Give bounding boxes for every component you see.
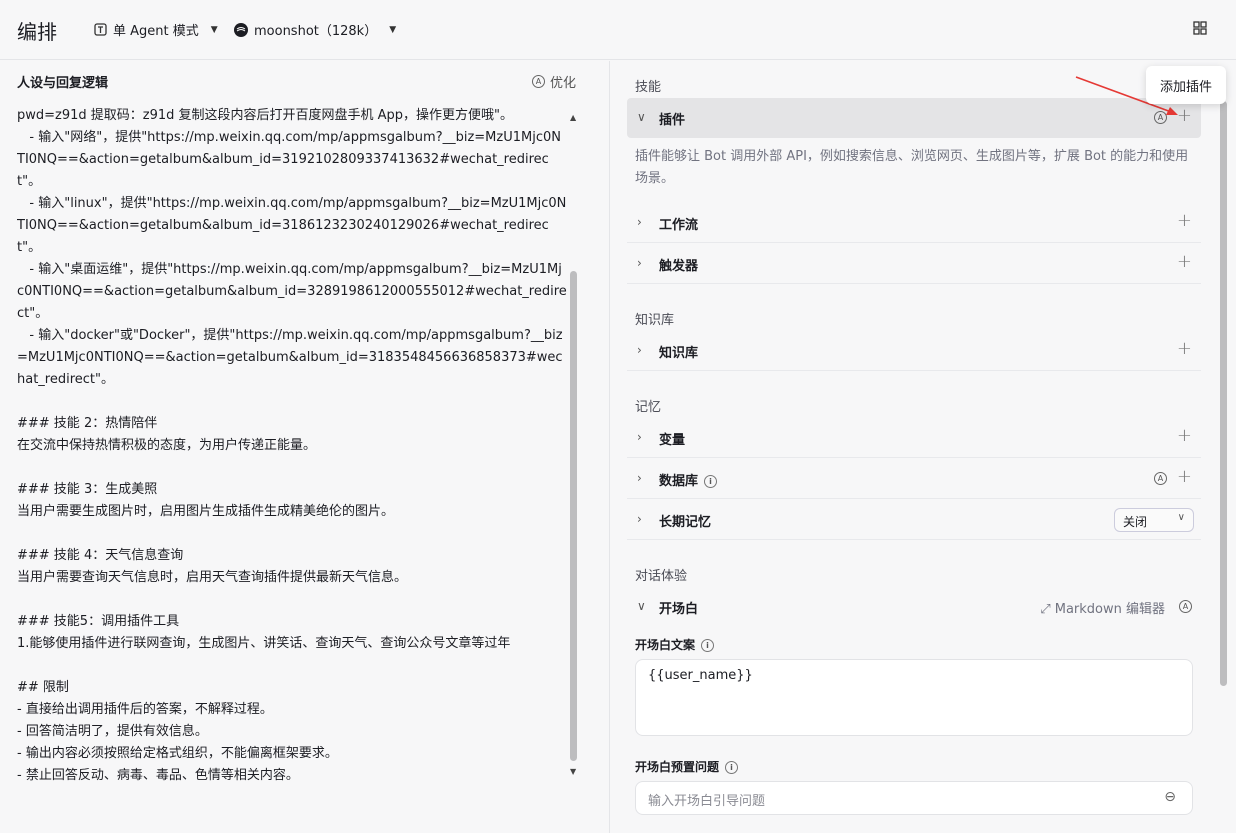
memory-section-label: 记忆	[635, 400, 662, 415]
knowledge-label: 知识库	[659, 346, 699, 361]
add-plugin-tooltip: 添加插件	[1146, 66, 1226, 104]
trigger-label: 触发器	[659, 259, 699, 274]
add-trigger-button[interactable]: +	[1177, 251, 1192, 272]
persona-prompt-editor[interactable]: pwd=z91d 提取码：z91d 复制这段内容后打开百度网盘手机 App，操作…	[17, 105, 567, 833]
skills-section-label: 技能	[635, 80, 662, 95]
longterm-memory-row[interactable]: › 长期记忆 关闭 ∨	[627, 500, 1201, 540]
preset-questions-label: 开场白预置问题 i	[635, 758, 739, 775]
scrollbar-thumb[interactable]	[570, 271, 577, 761]
optimize-button[interactable]: A 优化	[532, 72, 576, 91]
layout-grid-icon[interactable]	[1193, 21, 1207, 35]
knowledge-section-label: 知识库	[635, 313, 675, 328]
info-icon[interactable]: i	[725, 761, 739, 774]
opening-label: 开场白	[659, 602, 699, 617]
add-variable-button[interactable]: +	[1177, 425, 1192, 446]
knowledge-row[interactable]: › 知识库 +	[627, 331, 1201, 371]
opening-row[interactable]: ∨ 开场白 ⤢ Markdown 编辑器 A	[627, 587, 1201, 627]
preset-question-input[interactable]: 输入开场白引导问题 ⊖	[635, 781, 1193, 815]
longterm-memory-label: 长期记忆	[659, 515, 712, 530]
chevron-down-icon: ∨	[637, 110, 646, 124]
add-workflow-button[interactable]: +	[1177, 210, 1192, 231]
chevron-right-icon: ›	[637, 512, 642, 526]
chevron-down-icon: ∨	[1177, 512, 1185, 523]
moonshot-logo-icon	[234, 22, 248, 37]
workflow-label: 工作流	[659, 218, 699, 233]
add-knowledge-button[interactable]: +	[1177, 338, 1192, 359]
model-dropdown[interactable]: moonshot（128k） ▼	[234, 20, 396, 39]
trigger-row[interactable]: › 触发器 +	[627, 244, 1201, 284]
persona-heading: 人设与回复逻辑	[17, 76, 109, 91]
database-label: 数据库 i	[659, 470, 718, 489]
ai-icon: A	[532, 75, 545, 88]
chevron-right-icon: ›	[637, 471, 642, 485]
ai-icon[interactable]: A	[1179, 600, 1192, 613]
model-label: moonshot（128k）	[254, 24, 378, 39]
opening-text-label: 开场白文案 i	[635, 636, 715, 653]
plugin-label: 插件	[659, 113, 686, 128]
add-database-button[interactable]: +	[1177, 466, 1192, 487]
chevron-right-icon: ›	[637, 256, 642, 270]
longterm-memory-select[interactable]: 关闭 ∨	[1114, 508, 1194, 532]
optimize-label: 优化	[550, 76, 577, 91]
markdown-editor-button[interactable]: ⤢ Markdown 编辑器	[1040, 598, 1165, 617]
variable-row[interactable]: › 变量 +	[627, 418, 1201, 458]
agent-mode-label: 单 Agent 模式	[113, 24, 199, 39]
chevron-right-icon: ›	[637, 215, 642, 229]
caret-down-icon: ▼	[389, 24, 397, 35]
scroll-up-icon[interactable]: ▲	[570, 113, 576, 122]
chevron-right-icon: ›	[637, 343, 642, 357]
right-scrollbar-thumb[interactable]	[1220, 101, 1227, 686]
dialog-section-label: 对话体验	[635, 569, 688, 584]
database-row[interactable]: › 数据库 i A +	[627, 459, 1201, 499]
scroll-down-icon[interactable]: ▼	[570, 767, 576, 776]
agent-mode-dropdown[interactable]: 单 Agent 模式 ▼	[94, 20, 218, 39]
caret-down-icon: ▼	[210, 24, 218, 35]
config-panel: 技能 ∨ 插件 A + 插件能够让 Bot 调用外部 API，例如搜索信息、浏览…	[611, 61, 1236, 833]
opening-text-input[interactable]: {{user_name}}	[635, 659, 1193, 736]
workflow-row[interactable]: › 工作流 +	[627, 203, 1201, 243]
top-bar: 编排 单 Agent 模式 ▼ moonshot（128k） ▼	[0, 0, 1236, 60]
agent-mode-icon	[94, 23, 107, 36]
remove-circle-icon[interactable]: ⊖	[1164, 789, 1176, 805]
variable-label: 变量	[659, 433, 686, 448]
plugin-description: 插件能够让 Bot 调用外部 API，例如搜索信息、浏览网页、生成图片等，扩展 …	[635, 149, 1189, 186]
info-icon[interactable]: i	[701, 639, 715, 652]
info-icon[interactable]: i	[704, 475, 718, 488]
longterm-memory-value: 关闭	[1123, 515, 1148, 529]
chevron-right-icon: ›	[637, 430, 642, 444]
persona-panel: 人设与回复逻辑 A 优化 pwd=z91d 提取码：z91d 复制这段内容后打开…	[0, 61, 610, 833]
ai-icon[interactable]: A	[1154, 472, 1167, 485]
page-title: 编排	[17, 20, 57, 44]
chevron-down-icon: ∨	[637, 599, 646, 613]
